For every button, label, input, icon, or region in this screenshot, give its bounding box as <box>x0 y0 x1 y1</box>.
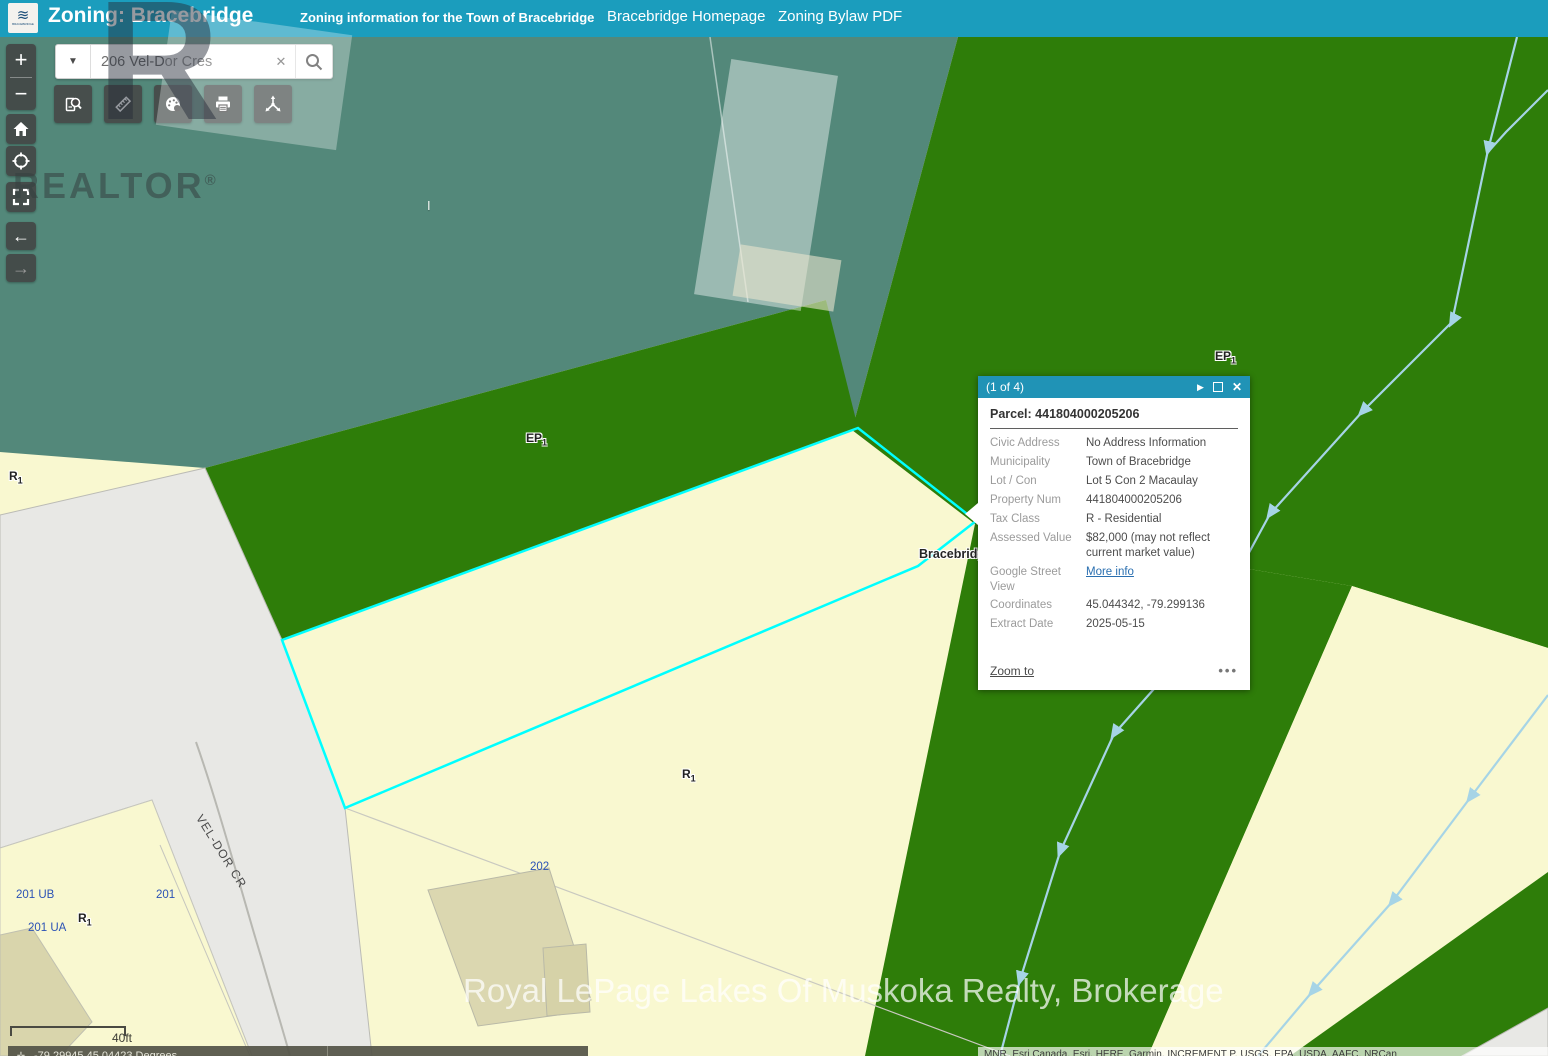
play-next-icon: ▶ <box>1197 382 1204 393</box>
parcel-number-201: 201 <box>156 889 175 901</box>
search-icon <box>304 52 324 72</box>
home-icon <box>11 119 31 139</box>
page-title: Zoning: Bracebridge <box>48 4 253 28</box>
print-button[interactable] <box>204 85 242 123</box>
draw-tool-button[interactable] <box>154 85 192 123</box>
zone-label-ep1: EP1 <box>526 431 547 447</box>
popup-footer: Zoom to ••• <box>978 659 1250 690</box>
popup-body: Parcel: 441804000205206 Civic Address No… <box>978 398 1250 659</box>
zone-label-r1: R1 <box>78 911 92 927</box>
printer-icon <box>213 94 233 114</box>
search-submit-button[interactable] <box>296 45 332 78</box>
table-row: Civic Address No Address Information <box>990 436 1238 451</box>
link-bracebridge-homepage[interactable]: Bracebridge Homepage <box>607 8 765 25</box>
zone-label-r1: R1 <box>682 767 696 783</box>
plus-icon: + <box>15 47 28 73</box>
share-button[interactable] <box>254 85 292 123</box>
minus-icon: − <box>15 81 28 107</box>
next-extent-button[interactable]: → <box>6 254 36 282</box>
table-row: Property Num 441804000205206 <box>990 493 1238 508</box>
more-options-button[interactable]: ••• <box>1218 663 1238 678</box>
locate-button[interactable] <box>6 146 36 176</box>
zoom-out-button[interactable]: − <box>6 78 36 111</box>
bracebridge-logo: ≋ BRACEBRIDGE <box>8 3 38 33</box>
fullscreen-button[interactable] <box>6 182 36 212</box>
attribution-text: MNR, Esri Canada, Esri, HERE, Garmin, IN… <box>978 1047 1548 1056</box>
link-zoning-bylaw-pdf[interactable]: Zoning Bylaw PDF <box>778 8 902 25</box>
measure-tool-button[interactable] <box>104 85 142 123</box>
building-footprint-small <box>543 944 590 1016</box>
coordinate-bar: ✛ -79.29945 45.04423 Degrees <box>8 1046 588 1056</box>
coordinate-readout: -79.29945 45.04423 Degrees <box>34 1050 177 1056</box>
table-row: Municipality Town of Bracebridge <box>990 455 1238 470</box>
fullscreen-icon <box>11 187 31 207</box>
parcel-info-popup: (1 of 4) ▶ ✕ Parcel: 441804000205206 Civ… <box>978 376 1250 690</box>
parcel-number-201ua: 201 UA <box>28 922 66 934</box>
zoom-control: + − <box>6 44 36 110</box>
parcel-number-202: 202 <box>530 861 549 873</box>
more-info-link[interactable]: More info <box>1086 565 1238 595</box>
coordinate-crosshair-icon[interactable]: ✛ <box>8 1051 34 1056</box>
popup-pointer <box>965 503 978 525</box>
chevron-down-icon: ▼ <box>68 56 78 67</box>
logo-wave-icon: ≋ <box>17 10 30 22</box>
table-row: Extract Date 2025-05-15 <box>990 617 1238 632</box>
palette-icon <box>163 94 183 114</box>
close-icon: ✕ <box>276 54 287 70</box>
parcel-number-201ub: 201 UB <box>16 889 54 901</box>
popup-pager: (1 of 4) <box>986 380 1188 394</box>
divider <box>327 1046 328 1056</box>
popup-title: Parcel: 441804000205206 <box>990 407 1238 429</box>
zone-label-i: I <box>427 198 431 213</box>
share-icon <box>263 94 283 114</box>
popup-header: (1 of 4) ▶ ✕ <box>978 376 1250 398</box>
identify-tool-button[interactable] <box>54 85 92 123</box>
previous-extent-button[interactable]: ← <box>6 222 36 250</box>
search-input[interactable] <box>91 45 267 78</box>
zone-label-ep1: EP1 <box>1215 349 1236 365</box>
attribute-table: Civic Address No Address Information Mun… <box>990 436 1238 632</box>
app-header: ≋ BRACEBRIDGE Zoning: Bracebridge Zoning… <box>0 0 1548 37</box>
zoning-map-app: { "app": { "title": "Zoning: Bracebridge… <box>0 0 1548 1056</box>
maximize-icon <box>1213 382 1223 392</box>
zoning-map-canvas[interactable] <box>0 0 1548 1056</box>
locate-crosshair-icon <box>11 151 31 171</box>
zone-label-r1: R1 <box>9 469 23 485</box>
search-widget: ▼ ✕ <box>55 44 333 79</box>
arrow-right-icon: → <box>12 258 30 279</box>
ruler-icon <box>113 94 133 114</box>
zoom-to-link[interactable]: Zoom to <box>990 664 1034 678</box>
table-row: Lot / Con Lot 5 Con 2 Macaulay <box>990 474 1238 489</box>
table-row: Assessed Value $82,000 (may not reflect … <box>990 531 1238 561</box>
popup-maximize-button[interactable] <box>1213 382 1223 392</box>
table-row: Tax Class R - Residential <box>990 512 1238 527</box>
search-clear-button[interactable]: ✕ <box>267 45 296 78</box>
popup-close-button[interactable]: ✕ <box>1232 380 1242 394</box>
arrow-left-icon: ← <box>12 226 30 247</box>
search-source-dropdown[interactable]: ▼ <box>56 45 91 78</box>
attribution-bar: MNR, Esri Canada, Esri, HERE, Garmin, IN… <box>978 1047 1548 1056</box>
scale-bar <box>10 1026 126 1036</box>
popup-next-button[interactable]: ▶ <box>1197 382 1204 393</box>
scale-label: 40ft <box>112 1031 132 1045</box>
table-row: Coordinates 45.044342, -79.299136 <box>990 598 1238 613</box>
page-subtitle: Zoning information for the Town of Brace… <box>300 10 594 25</box>
zoom-in-button[interactable]: + <box>6 44 36 77</box>
magnifier-document-icon <box>63 94 83 114</box>
close-icon: ✕ <box>1232 380 1242 394</box>
table-row: Google Street View More info <box>990 565 1238 595</box>
home-button[interactable] <box>6 114 36 144</box>
